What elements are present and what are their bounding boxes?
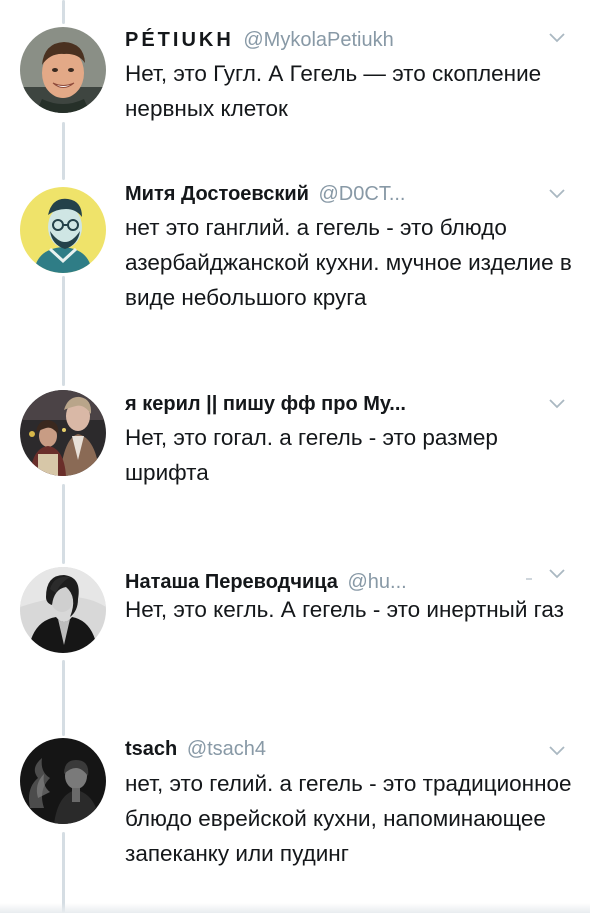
tweet[interactable]: PÉTIUKH @MykolaPetiukh Нет, это Гугл. А … — [0, 0, 590, 150]
avatar[interactable] — [20, 738, 106, 824]
author-handle[interactable]: @hu... — [347, 571, 406, 593]
avatar-photo-smoke-bw-icon — [20, 738, 106, 824]
tweet-text: нет, это гелий. а гегель - это традицион… — [125, 771, 572, 866]
tweet[interactable]: я керил || пишу фф про Му... Нет, это го… — [0, 380, 590, 560]
avatar[interactable] — [20, 567, 106, 653]
more-options-chevron[interactable] — [548, 398, 566, 410]
tweet-header: Наташа Переводчица @hu... — [125, 570, 530, 594]
author-handle[interactable]: @D0CT... — [319, 183, 406, 205]
more-options-chevron[interactable] — [548, 32, 566, 44]
avatar[interactable] — [20, 187, 106, 273]
tweet-text: нет это ганглий. а гегель - это блюдо аз… — [125, 215, 572, 310]
author-name[interactable]: Наташа Переводчица — [125, 571, 338, 593]
author-name[interactable]: tsach — [125, 738, 177, 760]
more-options-chevron[interactable] — [548, 188, 566, 200]
avatar-illustration-teal-on-yellow-icon — [20, 187, 106, 273]
author-name[interactable]: PÉTIUKH — [125, 29, 234, 51]
chevron-down-icon — [549, 33, 565, 43]
tweet-header: tsach @tsach4 — [125, 737, 530, 761]
chevron-down-icon — [549, 746, 565, 756]
author-name[interactable]: я керил || пишу фф про Му... — [125, 393, 406, 415]
avatar[interactable] — [20, 390, 106, 476]
tweet[interactable]: tsach @tsach4 нет, это гелий. а гегель -… — [0, 730, 590, 913]
avatar-photo-smiling-man-icon — [20, 27, 106, 113]
avatar-photo-woman-bw-icon — [20, 567, 106, 653]
tweet[interactable]: Митя Достоевский @D0CT... нет это гангли… — [0, 150, 590, 380]
author-handle[interactable]: @tsach4 — [187, 738, 266, 760]
tweet-header: Митя Достоевский @D0CT... — [125, 182, 530, 206]
author-handle[interactable]: @MykolaPetiukh — [243, 29, 393, 51]
tweet-text: Нет, это гогал. а гегель - это размер шр… — [125, 425, 498, 485]
tweet-header: PÉTIUKH @MykolaPetiukh — [125, 28, 530, 52]
chevron-down-icon — [549, 189, 565, 199]
divider-dot — [526, 578, 532, 580]
chevron-down-icon — [549, 569, 565, 579]
avatar[interactable] — [20, 27, 106, 113]
avatar-photo-two-people-icon — [20, 390, 106, 476]
more-options-chevron[interactable] — [548, 568, 566, 580]
more-options-chevron[interactable] — [548, 745, 566, 757]
tweet-text: Нет, это Гугл. А Гегель — это скопление … — [125, 61, 542, 121]
author-name[interactable]: Митя Достоевский — [125, 183, 309, 205]
next-tweet-fade — [0, 903, 590, 913]
tweet-header: я керил || пишу фф про Му... — [125, 392, 530, 416]
chevron-down-icon — [549, 399, 565, 409]
tweet[interactable]: Наташа Переводчица @hu... Нет, это кегль… — [0, 560, 590, 730]
tweet-text: Нет, это кегль. А гегель - это инертный … — [125, 597, 564, 622]
